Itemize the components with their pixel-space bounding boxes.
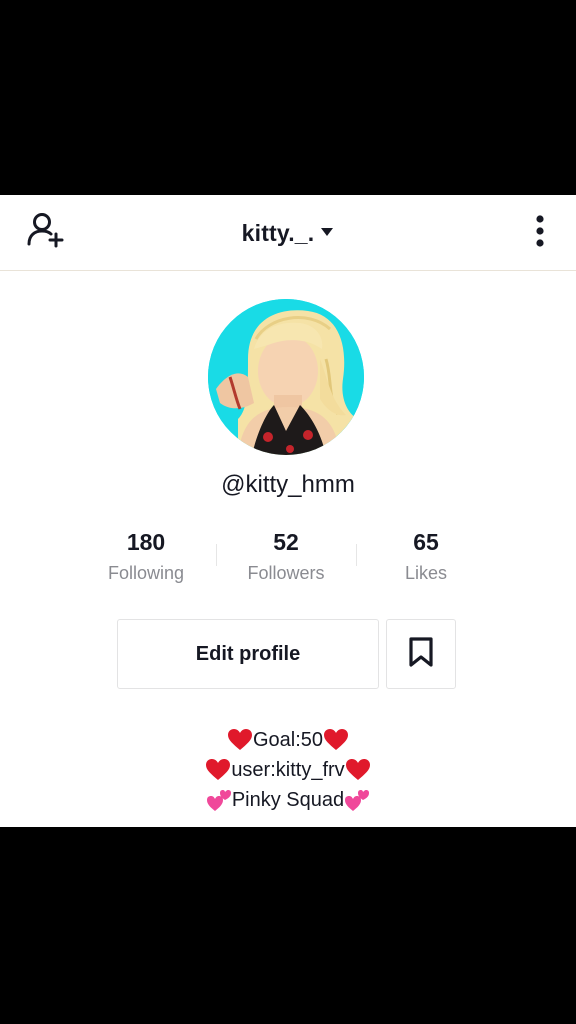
red-heart-emoji — [205, 758, 231, 782]
account-switcher[interactable]: kitty._. — [0, 195, 576, 271]
bio-line: Goal:50 — [0, 725, 576, 755]
bio: Goal:50 user:kitty_frv Pinky Squad — [0, 725, 576, 815]
stat-label: Following — [107, 563, 185, 583]
red-heart-emoji — [323, 728, 349, 752]
stat-followers[interactable]: 52 Followers — [216, 528, 356, 584]
stat-value: 52 — [273, 529, 299, 555]
bio-text: Goal:50 — [252, 729, 324, 751]
add-user-button[interactable] — [24, 210, 68, 254]
stat-likes[interactable]: 65 Likes — [356, 528, 496, 584]
stat-value: 180 — [126, 529, 166, 555]
bio-line: Pinky Squad — [0, 785, 576, 815]
caret-down-icon — [320, 224, 334, 242]
bookmark-button[interactable] — [386, 619, 456, 689]
account-name: kitty._. — [241, 219, 315, 246]
stat-following[interactable]: 180 Following — [76, 528, 216, 584]
more-button[interactable] — [530, 213, 550, 253]
screen: kitty._. @kitty_hmm 180 Following 52 Fol… — [0, 0, 576, 1024]
bookmark-icon — [408, 636, 434, 673]
more-vertical-icon — [535, 214, 545, 253]
red-heart-emoji — [345, 758, 371, 782]
stats-row: 180 Following 52 Followers 65 Likes — [76, 528, 496, 588]
two-hearts-emoji — [206, 788, 232, 812]
avatar[interactable] — [208, 299, 364, 455]
bio-line: user:kitty_frv — [0, 755, 576, 785]
stat-label: Followers — [247, 563, 325, 583]
bio-text: user:kitty_frv — [231, 759, 345, 781]
add-user-icon — [26, 211, 66, 254]
stat-label: Likes — [404, 563, 448, 583]
profile-panel: kitty._. @kitty_hmm 180 Following 52 Fol… — [0, 195, 576, 827]
red-heart-emoji — [227, 728, 253, 752]
top-bar: kitty._. — [0, 195, 576, 271]
bio-text: Pinky Squad — [231, 789, 345, 811]
edit-profile-button[interactable]: Edit profile — [117, 619, 379, 689]
stat-value: 65 — [413, 529, 439, 555]
two-hearts-emoji — [344, 788, 370, 812]
username: @kitty_hmm — [221, 471, 355, 498]
